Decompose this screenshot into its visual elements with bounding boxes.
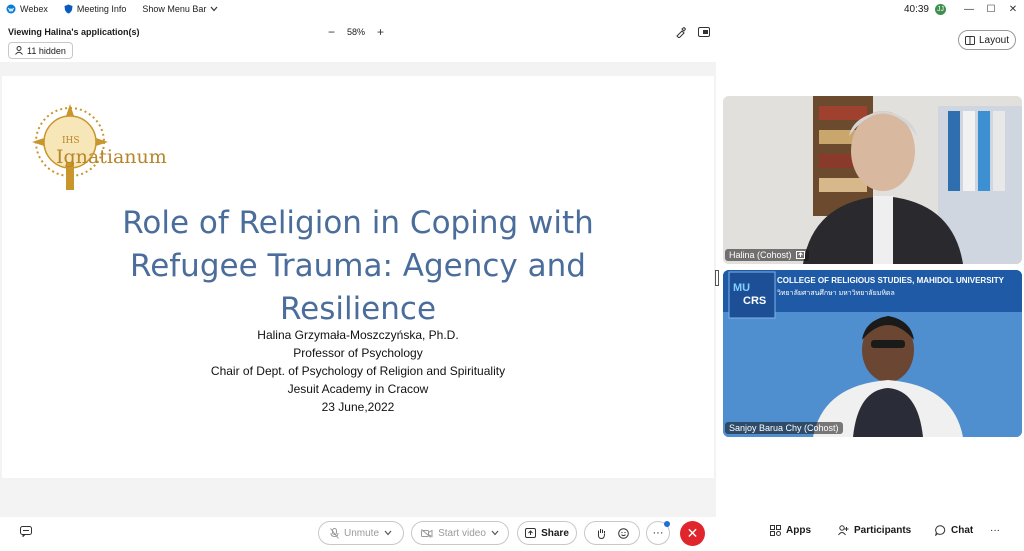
meeting-controls: Unmute Start video Share ··· ✕ Apps Part… [0,514,1024,551]
share-label: Share [541,527,569,539]
participant-name: Sanjoy Barua Chy (Cohost) [729,423,839,433]
slide-author-dept: Chair of Dept. of Psychology of Religion… [210,364,506,378]
share-button[interactable]: Share [517,521,577,545]
minimize-icon[interactable]: — [958,4,980,15]
logo-ihs-text: IHS [62,136,80,146]
annotate-icon[interactable] [675,26,686,38]
presentation-slide: IHS Ignatianum Role of Religion in Copin… [2,76,714,478]
slide-author: Halina Grzymała-Moszczyńska, Ph.D. [257,328,459,342]
notification-dot [664,521,670,527]
zoom-in-button[interactable]: + [377,25,384,39]
meeting-info-label: Meeting Info [76,4,127,14]
close-icon[interactable]: ✕ [1002,4,1024,15]
zoom-out-button[interactable]: − [328,25,335,39]
slide-institution: Jesuit Academy in Cracow [287,382,429,396]
layout-label: Layout [978,34,1010,46]
chat-icon [935,525,946,536]
slide-author-title: Professor of Psychology [293,346,423,360]
participant-name-label: Sanjoy Barua Chy (Cohost) [725,422,843,434]
shield-icon [64,4,73,14]
video-off-icon [421,528,433,538]
maximize-icon[interactable]: ☐ [980,4,1002,15]
microphone-muted-icon [330,527,339,539]
chevron-down-icon[interactable] [384,530,392,536]
unmute-label: Unmute [343,527,379,539]
captions-icon[interactable] [20,526,32,537]
participants-label: Participants [854,525,912,536]
avatar[interactable]: JJ [935,3,946,15]
participant-video [723,96,1022,264]
reactions-group [584,521,640,545]
window-titlebar: Webex Meeting Info Show Menu Bar 40:39 J… [0,0,1024,18]
webex-logo-icon [6,4,16,14]
unmute-button[interactable]: Unmute [318,521,404,545]
participant-name: Halina (Cohost) [729,250,792,260]
overflow-menu-button[interactable]: ··· [990,525,1000,536]
overflow-label: ··· [990,525,1000,536]
show-menu-bar-button[interactable]: Show Menu Bar [142,4,218,14]
slide-title: Role of Religion in Coping with Refugee … [92,202,624,331]
show-menu-bar-label: Show Menu Bar [142,4,207,14]
banner-english: COLLEGE OF RELIGIOUS STUDIES, MAHIDOL UN… [777,276,1004,285]
app-name: Webex [20,4,48,14]
slide-title-line: Role of Religion in Coping with [122,205,594,241]
hidden-participants-chip[interactable]: 11 hidden [8,42,73,59]
shared-screen: IHS Ignatianum Role of Religion in Copin… [0,62,716,517]
layout-icon [964,35,975,45]
chat-button[interactable]: Chat [935,525,973,536]
webex-app[interactable]: Webex [6,4,48,14]
apps-label: Apps [786,525,811,536]
participant-video-tile[interactable]: COLLEGE OF RELIGIOUS STUDIES, MAHIDOL UN… [723,270,1022,437]
start-video-label: Start video [438,527,486,539]
zoom-controls: − 58% + [328,25,384,39]
hidden-count-label: 11 hidden [27,45,66,56]
panel-resize-handle[interactable] [715,270,719,286]
banner-thai: วิทยาลัยศาสนศึกษา มหาวิทยาลัยมหิดล [777,290,895,297]
meeting-timer: 40:39 [903,3,929,15]
viewing-bar: Viewing Halina's application(s) − 58% + [0,20,716,44]
end-call-button[interactable]: ✕ [680,521,705,546]
slide-date: 23 June,2022 [321,400,395,414]
share-screen-icon [525,528,537,538]
slide-title-line: Refugee Trauma: Agency and [130,248,586,284]
viewbar-actions [675,26,710,38]
chevron-down-icon[interactable] [491,530,499,536]
participant-video-tile[interactable]: Halina (Cohost) [723,96,1022,264]
participants-icon [838,525,849,536]
start-video-button[interactable]: Start video [411,521,509,545]
reaction-icon[interactable] [617,527,629,539]
raise-hand-icon[interactable] [596,528,606,539]
logo-crs: CRS [743,295,767,307]
apps-icon [770,525,781,536]
more-options-label: ··· [652,527,664,539]
slide-body: Halina Grzymała-Moszczyńska, Ph.D. Profe… [102,326,614,416]
sharing-icon [795,251,805,259]
person-icon [15,46,23,55]
participant-name-label: Halina (Cohost) [725,249,809,261]
apps-button[interactable]: Apps [770,525,811,536]
viewing-label: Viewing Halina's application(s) [8,27,140,37]
meeting-info-button[interactable]: Meeting Info [64,4,127,14]
logo-wordmark: Ignatianum [56,146,167,168]
participants-button[interactable]: Participants [838,525,911,536]
zoom-level: 58% [347,27,366,37]
close-icon: ✕ [686,525,699,541]
slide-title-line: Resilience [279,291,437,327]
logo-mu: MU [733,282,751,294]
chevron-down-icon [210,6,218,12]
popout-icon[interactable] [698,26,710,37]
chat-label: Chat [951,525,974,536]
layout-button[interactable]: Layout [958,30,1016,50]
